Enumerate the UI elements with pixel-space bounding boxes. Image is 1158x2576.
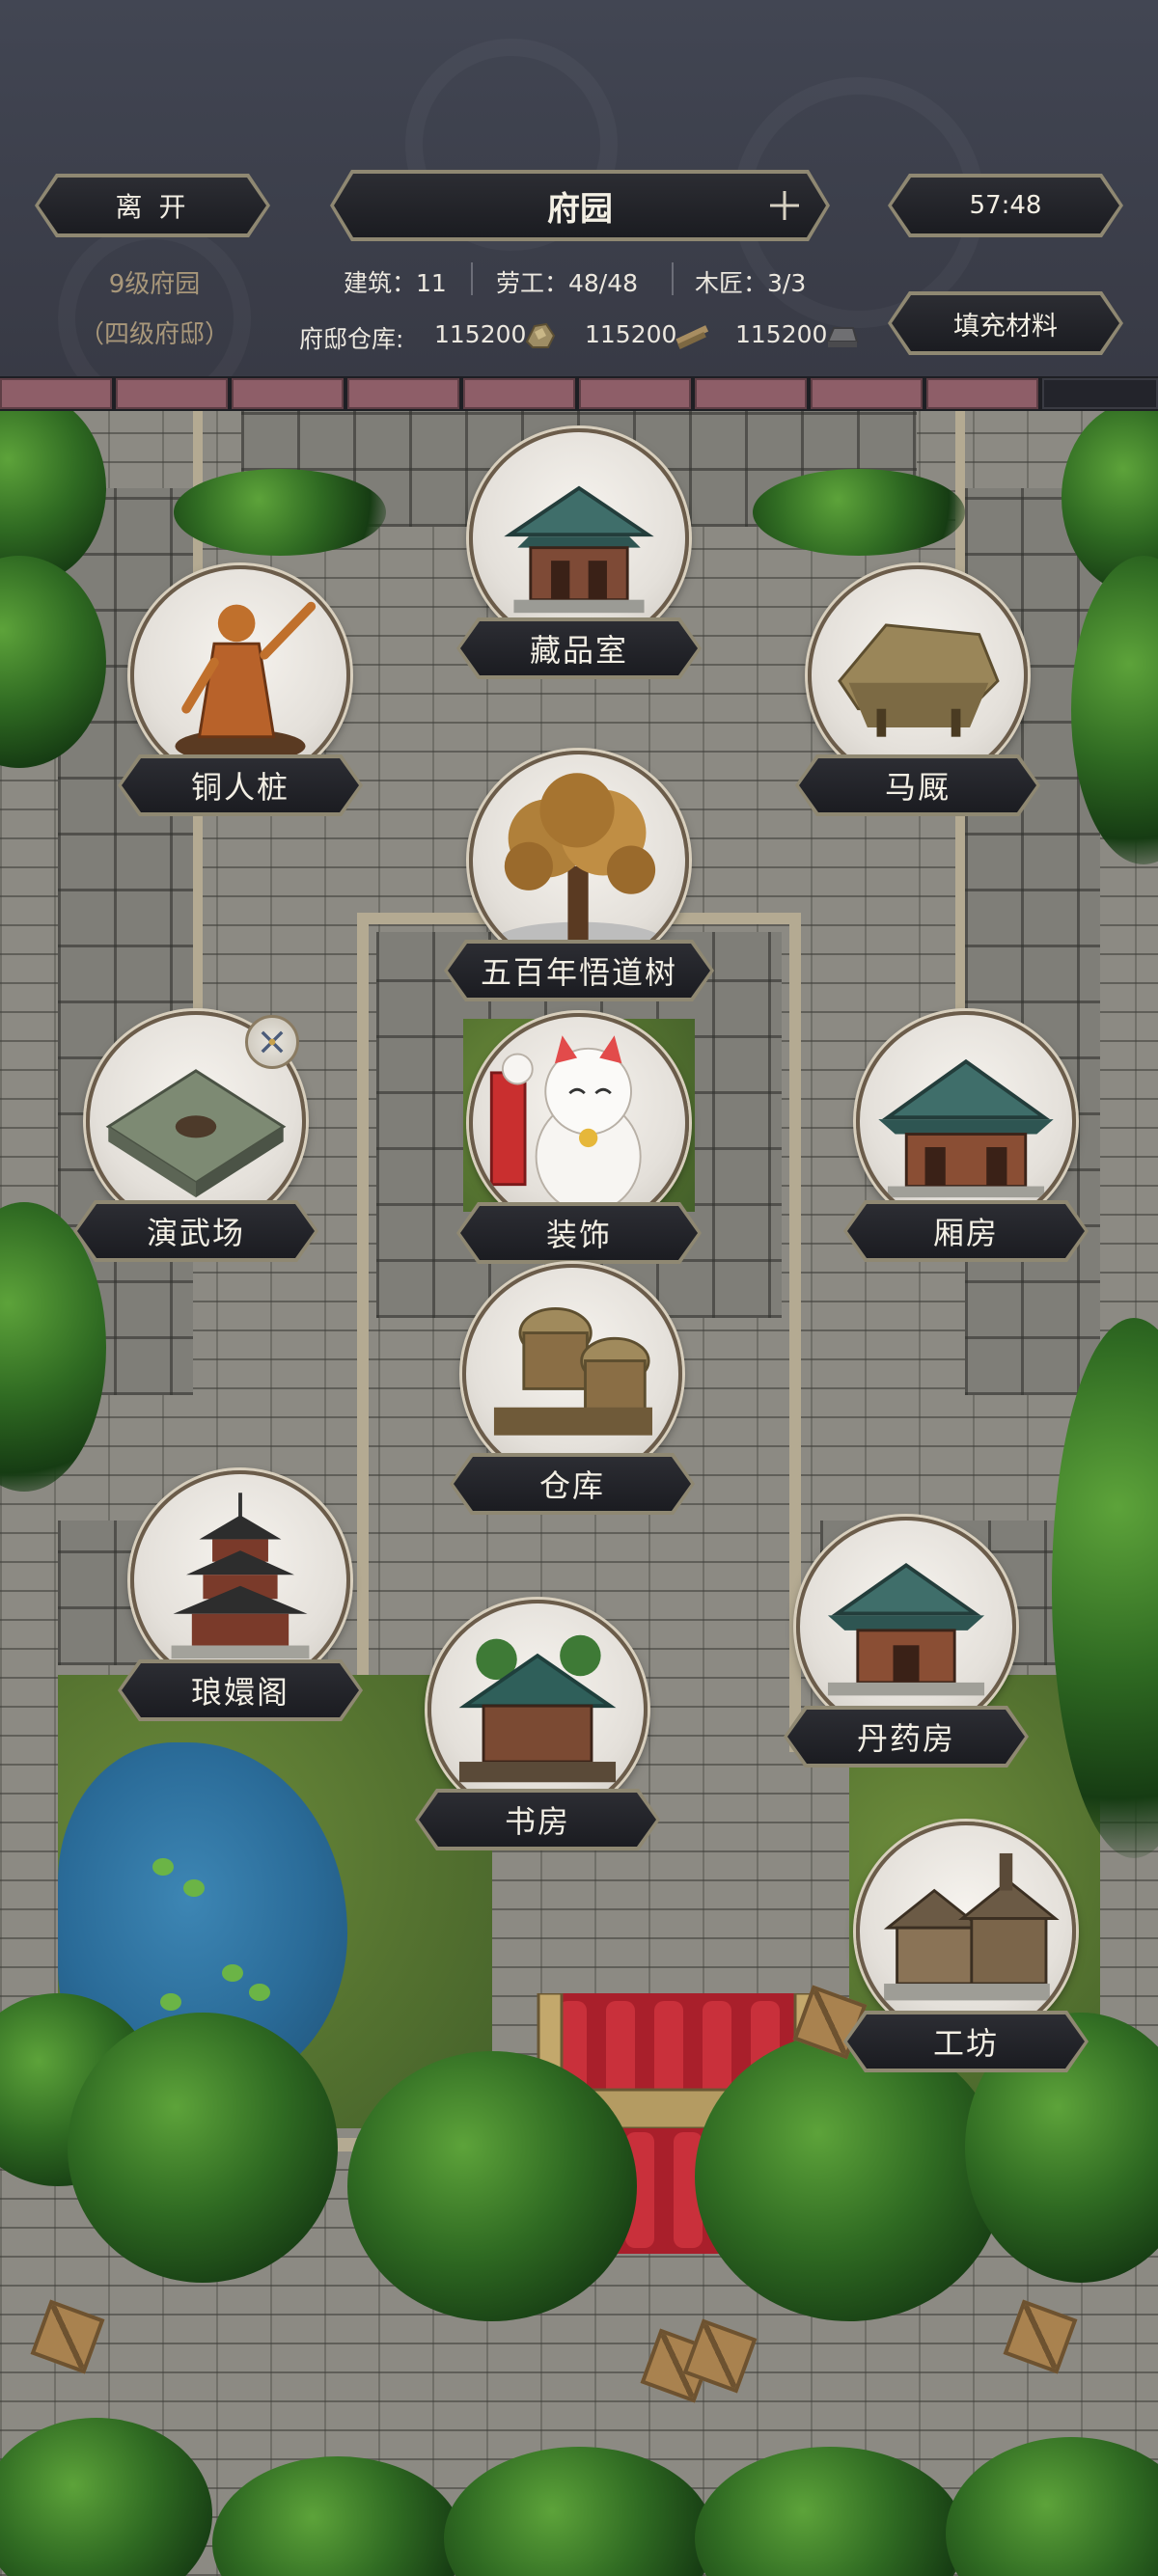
lily-pad [249,1984,270,2001]
wooden-crate [1003,2299,1078,2374]
building-pagoda[interactable]: 琅嬛阁 [120,1470,361,1712]
building-label: 演武场 [73,1200,318,1262]
timer: 57:48 [888,174,1123,237]
collection-hall-icon [469,428,689,648]
buildings-count: 建筑：11 [344,269,447,297]
enlightenment-tree-icon [469,751,689,971]
warehouse-icon [462,1264,682,1484]
progress-segment [926,378,1038,409]
bush [0,2418,212,2576]
divider [672,262,674,295]
progress-segment [695,378,807,409]
building-alchemy-room[interactable]: 丹药房 [786,1517,1027,1758]
progress-segment [232,378,344,409]
fill-materials-button[interactable]: 填充材料 [888,291,1123,355]
progress-segment [347,378,459,409]
building-label: 铜人桩 [118,754,363,816]
workshop-icon [856,1822,1076,2042]
building-stable[interactable]: 马厩 [797,565,1038,807]
labor-count: 劳工：48/48 [496,269,639,297]
building-decoration[interactable]: 装饰 [458,1013,700,1254]
progress-segment [116,378,228,409]
building-label: 琅嬛阁 [118,1659,363,1721]
bronze-statue-icon [130,565,350,785]
ore-icon [523,318,558,351]
bush [347,2051,637,2321]
warehouse-ore-value: 115200 [434,320,527,348]
garden-level: 9级府园 [108,270,201,299]
bush [68,2013,338,2283]
study-icon [427,1600,648,1820]
progress-segment [811,378,923,409]
building-workshop[interactable]: 工坊 [845,1822,1087,2063]
flower-bush [753,469,965,556]
warehouse-label: 府邸仓库: [299,325,404,353]
progress-segment [463,378,575,409]
bush [212,2456,463,2576]
bush [695,2032,1004,2321]
divider [471,262,473,295]
building-label: 工坊 [843,2011,1089,2072]
progress-bar [0,376,1158,411]
garden-map[interactable]: 藏品室 铜人桩 马厩 五百年悟道树 演武场 装饰 厢房 仓库 琅嬛阁 书房 丹药… [0,411,1158,2576]
fill-materials-label: 填充材料 [892,295,1119,351]
building-warehouse[interactable]: 仓库 [452,1264,693,1505]
carpenter-count: 木匠：3/3 [695,269,807,297]
lily-pad [152,1858,174,1876]
warehouse-iron-value: 115200 [735,320,828,348]
flower-bush [174,469,386,556]
lucky-cat-icon [469,1013,689,1233]
mansion-rank: （四级府邸） [78,320,230,349]
leave-button-label: 离 开 [39,178,266,233]
progress-segment [579,378,691,409]
page-title: 府园 [334,174,826,237]
building-bronze-statue[interactable]: 铜人桩 [120,565,361,807]
bush [946,2437,1158,2576]
building-label: 厢房 [843,1200,1089,1262]
progress-segment-empty [1042,378,1158,409]
building-training-ground[interactable]: 演武场 [75,1011,317,1252]
iron-ingot-icon [824,322,859,349]
building-label: 丹药房 [784,1706,1029,1768]
page-title-bar: 府园 [330,170,830,241]
bush [695,2447,965,2576]
bush [444,2447,714,2576]
warehouse-timber-value: 115200 [585,320,677,348]
building-study[interactable]: 书房 [417,1600,658,1841]
building-enlightenment-tree[interactable]: 五百年悟道树 [454,751,704,992]
building-label: 仓库 [450,1453,695,1515]
timber-icon [674,318,710,351]
wooden-crate [30,2299,105,2374]
progress-segment [0,378,112,409]
building-label: 书房 [415,1789,660,1850]
building-label: 装饰 [456,1202,702,1264]
add-icon[interactable] [766,187,803,224]
building-label: 藏品室 [456,617,702,679]
building-label: 五百年悟道树 [444,940,714,1001]
lily-pad [183,1879,205,1897]
leave-button[interactable]: 离 开 [35,174,270,237]
building-collection-hall[interactable]: 藏品室 [458,428,700,670]
pagoda-icon [130,1470,350,1690]
stable-icon [808,565,1028,785]
building-wing-room[interactable]: 厢房 [845,1011,1087,1252]
timer-value: 57:48 [892,178,1119,233]
crossed-swords-icon[interactable] [245,1015,299,1069]
alchemy-room-icon [796,1517,1016,1737]
top-bar: 离 开 府园 57:48 9级府园 （四级府邸） 建筑：11 劳工：48/48 … [0,0,1158,376]
lily-pad [160,1993,181,2011]
lily-pad [222,1964,243,1982]
wing-room-icon [856,1011,1076,1231]
building-label: 马厩 [795,754,1040,816]
